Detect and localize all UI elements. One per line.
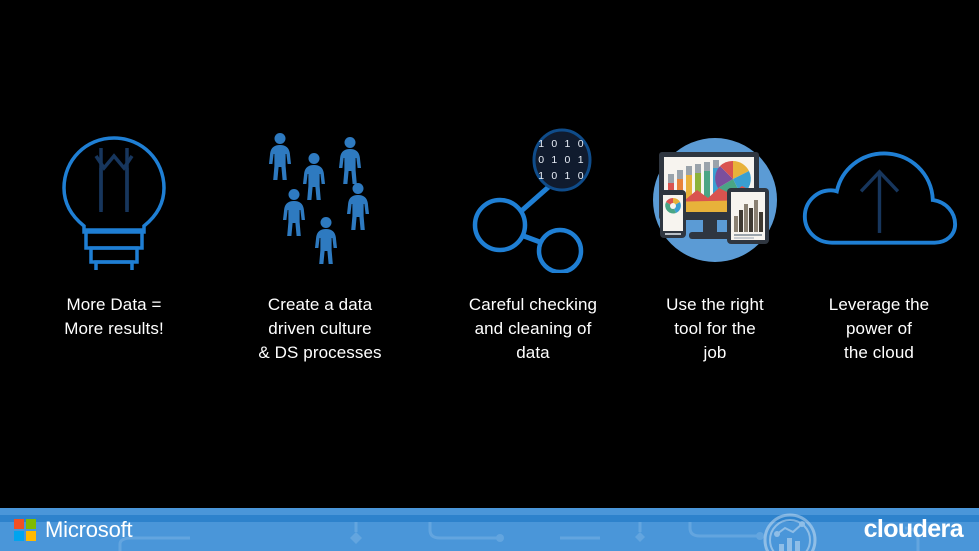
- item-data-cleaning: 1 0 1 0 0 1 0 1 1 0 1 0 Careful checking…: [453, 125, 613, 365]
- network-nodes-binary-icon: 1 0 1 0 0 1 0 1 1 0 1 0: [453, 125, 613, 275]
- microsoft-square-green: [26, 519, 36, 529]
- cloud-upload-icon-svg: [802, 151, 958, 245]
- item-cloud-power: Leverage the power of the cloud: [799, 125, 959, 365]
- lightbulb-icon-svg: [62, 136, 166, 270]
- item-caption: Create a data driven culture & DS proces…: [258, 295, 382, 362]
- dashboard-devices-icon-svg: [653, 138, 777, 262]
- item-right-tool: Use the right tool for the job: [635, 125, 795, 365]
- lightbulb-icon: [34, 125, 194, 275]
- slide-footer: Microsoft cloudera: [0, 508, 979, 551]
- cloudera-wordmark: cloudera: [863, 515, 964, 543]
- cloud-upload-icon: [799, 125, 959, 275]
- binary-row-2: 1 0 1 0: [538, 170, 586, 182]
- microsoft-logo: Microsoft: [14, 517, 133, 542]
- item-caption: Leverage the power of the cloud: [828, 295, 930, 362]
- people-group-icon: [240, 125, 400, 275]
- microsoft-logo-squares: [14, 519, 36, 541]
- icon-caption-row: More Data = More results! Create a data …: [0, 125, 979, 385]
- item-data-culture: Create a data driven culture & DS proces…: [240, 125, 400, 365]
- circuit-pattern-decoration: [118, 522, 920, 551]
- microsoft-square-blue: [14, 531, 24, 541]
- microsoft-square-yellow: [26, 531, 36, 541]
- item-more-data: More Data = More results!: [34, 125, 194, 341]
- microsoft-wordmark: Microsoft: [45, 517, 133, 542]
- people-group-icon-svg: [269, 133, 369, 264]
- cloudera-circle-mark: [763, 513, 817, 551]
- microsoft-square-red: [14, 519, 24, 529]
- item-caption: Use the right tool for the job: [666, 295, 764, 362]
- item-caption: Careful checking and cleaning of data: [468, 295, 598, 362]
- dashboard-devices-icon: [635, 125, 795, 275]
- binary-row-1: 0 1 0 1: [538, 154, 586, 166]
- binary-row-0: 1 0 1 0: [538, 138, 586, 150]
- item-caption: More Data = More results!: [64, 295, 164, 338]
- network-nodes-binary-icon-svg: 1 0 1 0 0 1 0 1 1 0 1 0: [472, 128, 592, 273]
- slide-canvas: More Data = More results! Create a data …: [0, 0, 979, 551]
